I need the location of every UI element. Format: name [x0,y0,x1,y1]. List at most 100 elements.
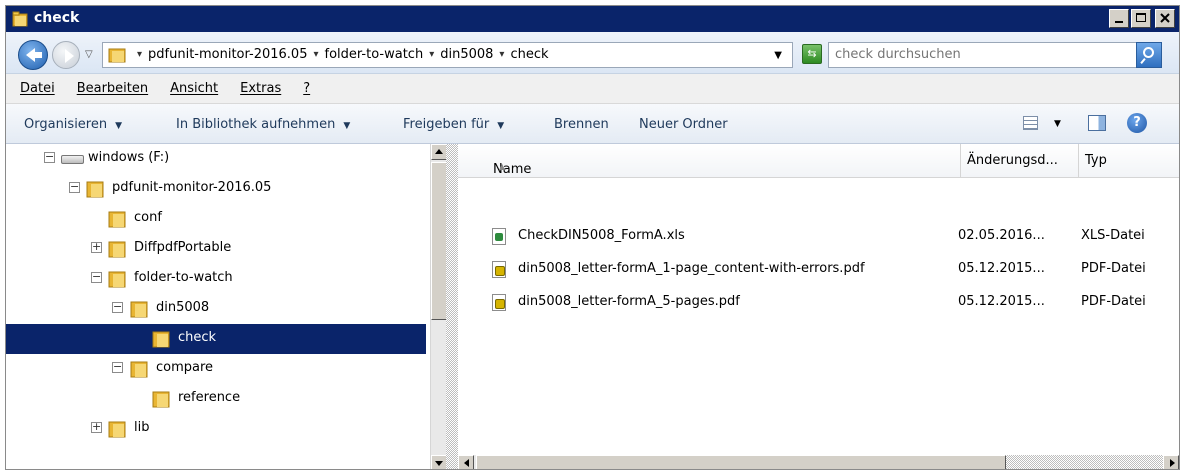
address-box[interactable]: ▾ pdfunit-monitor-2016.05 ▾ folder-to-wa… [102,42,793,68]
scroll-up-button[interactable] [431,144,447,160]
folder-icon [152,331,170,348]
scroll-right-icon [1170,459,1175,467]
collapse-icon[interactable]: − [112,361,123,373]
scroll-thumb[interactable] [476,455,1006,469]
scroll-track[interactable] [1006,455,1163,469]
folder-icon [108,48,126,63]
collapse-icon[interactable]: − [69,181,80,193]
back-button[interactable] [18,40,48,70]
tree-item-compare[interactable]: − compare [6,354,426,384]
close-button[interactable] [1155,9,1175,28]
tree-item-label: lib [134,420,150,435]
file-type: XLS-Datei [1081,228,1145,243]
breadcrumb-item[interactable]: folder-to-watch [325,47,424,62]
search-input[interactable] [835,47,1125,62]
forward-arrow-icon [65,49,74,63]
refresh-button[interactable]: ⇆ [802,44,822,64]
dropdown-arrow-icon: ▼ [115,121,123,131]
menu-item-datei[interactable]: Datei [20,81,55,96]
file-type: PDF-Datei [1081,261,1146,276]
share-label: Freigeben für [403,117,490,132]
dropdown-arrow-icon: ▼ [497,121,505,131]
tree-item-label: windows (F:) [88,150,170,165]
file-row[interactable]: din5008_letter-formA_5-pages.pdf 05.12.2… [488,287,1178,317]
title-bar[interactable]: check [6,6,1179,32]
search-box[interactable] [828,42,1162,68]
include-library-button[interactable]: In Bibliothek aufnehmen ▼ [176,117,350,132]
file-list-horizontal-scrollbar[interactable] [458,455,1179,469]
menu-item-ansicht[interactable]: Ansicht [170,81,218,96]
menu-item-help[interactable]: ? [303,81,310,96]
expand-icon[interactable]: + [91,241,102,253]
breadcrumb-separator-icon[interactable]: ▾ [313,49,318,60]
collapse-icon[interactable]: − [44,151,55,163]
expand-icon[interactable]: + [91,421,102,433]
explorer-window: check ▽ ▾ pdfunit-monitor-2016.05 ▾ fold… [5,5,1180,470]
breadcrumb-separator-icon[interactable]: ▾ [499,49,504,60]
search-icon [1143,47,1154,58]
column-header-type[interactable]: Typ [1079,144,1179,177]
new-folder-button[interactable]: Neuer Ordner [639,117,728,132]
folder-icon [130,361,148,378]
file-row[interactable]: din5008_letter-formA_1-page_content-with… [488,254,1178,284]
tree-item-reference[interactable]: reference [6,384,426,414]
breadcrumb-separator-icon[interactable]: ▾ [429,49,434,60]
scroll-right-button[interactable] [1163,455,1179,469]
tree-item-windows-drive[interactable]: − windows (F:) [6,144,426,174]
file-date: 05.12.2015... [958,261,1045,276]
minimize-button[interactable] [1109,9,1129,28]
breadcrumb-item[interactable]: check [510,47,548,62]
scroll-left-button[interactable] [458,455,474,469]
scroll-up-icon [435,149,443,154]
recent-pages-dropdown[interactable]: ▽ [85,49,93,60]
tree-item-pdfunit-monitor[interactable]: − pdfunit-monitor-2016.05 [6,174,426,204]
burn-button[interactable]: Brennen [554,117,609,132]
file-name: din5008_letter-formA_5-pages.pdf [518,294,740,309]
file-type: PDF-Datei [1081,294,1146,309]
address-bar-area: ▽ ▾ pdfunit-monitor-2016.05 ▾ folder-to-… [6,32,1179,74]
share-button[interactable]: Freigeben für ▼ [403,117,504,132]
scroll-thumb[interactable] [431,162,447,320]
tree-item-label: conf [134,210,162,225]
collapse-icon[interactable]: − [112,301,123,313]
preview-pane-icon[interactable] [1088,115,1106,131]
search-button[interactable] [1136,42,1162,68]
navigation-pane: − windows (F:) − pdfunit-monitor-2016.05… [6,144,446,469]
collapse-icon[interactable]: − [91,271,102,283]
column-header-date[interactable]: Änderungsd... [961,144,1079,177]
file-name: din5008_letter-formA_1-page_content-with… [518,261,865,276]
folder-icon [108,421,126,438]
help-icon[interactable]: ? [1127,113,1147,133]
tree-item-din5008[interactable]: − din5008 [6,294,426,324]
navigation-scrollbar[interactable] [430,144,447,469]
organize-button[interactable]: Organisieren ▼ [24,117,122,132]
scroll-left-icon [464,459,469,467]
tree-item-conf[interactable]: conf [6,204,426,234]
file-date: 02.05.2016... [958,228,1045,243]
breadcrumb-item[interactable]: pdfunit-monitor-2016.05 [148,47,307,62]
pane-splitter[interactable] [446,144,458,469]
address-history-dropdown-icon[interactable]: ▼ [774,50,782,61]
tree-item-label: folder-to-watch [134,270,233,285]
file-row[interactable]: CheckDIN5008_FormA.xls 02.05.2016... XLS… [488,221,1178,251]
breadcrumb-separator-icon[interactable]: ▾ [137,49,142,60]
folder-icon [108,271,126,288]
tree-item-label: din5008 [156,300,210,315]
maximize-button[interactable] [1131,9,1151,28]
view-options-icon[interactable] [1023,116,1038,130]
folder-icon [108,211,126,228]
scroll-down-button[interactable] [431,455,447,469]
tree-item-check[interactable]: check [6,324,426,354]
menu-item-extras[interactable]: Extras [240,81,281,96]
tree-item-folder-to-watch[interactable]: − folder-to-watch [6,264,426,294]
column-header-name[interactable]: Name ▲ [481,144,961,177]
tree-item-label: DiffpdfPortable [134,240,232,255]
menu-item-bearbeiten[interactable]: Bearbeiten [77,81,148,96]
breadcrumb-item[interactable]: din5008 [440,47,493,62]
tree-item-label: check [178,330,217,345]
forward-button[interactable] [52,41,80,69]
folder-icon [86,181,104,198]
view-dropdown-icon[interactable]: ▼ [1054,119,1061,129]
tree-item-diffpdfportable[interactable]: + DiffpdfPortable [6,234,426,264]
tree-item-lib[interactable]: + lib [6,414,426,444]
